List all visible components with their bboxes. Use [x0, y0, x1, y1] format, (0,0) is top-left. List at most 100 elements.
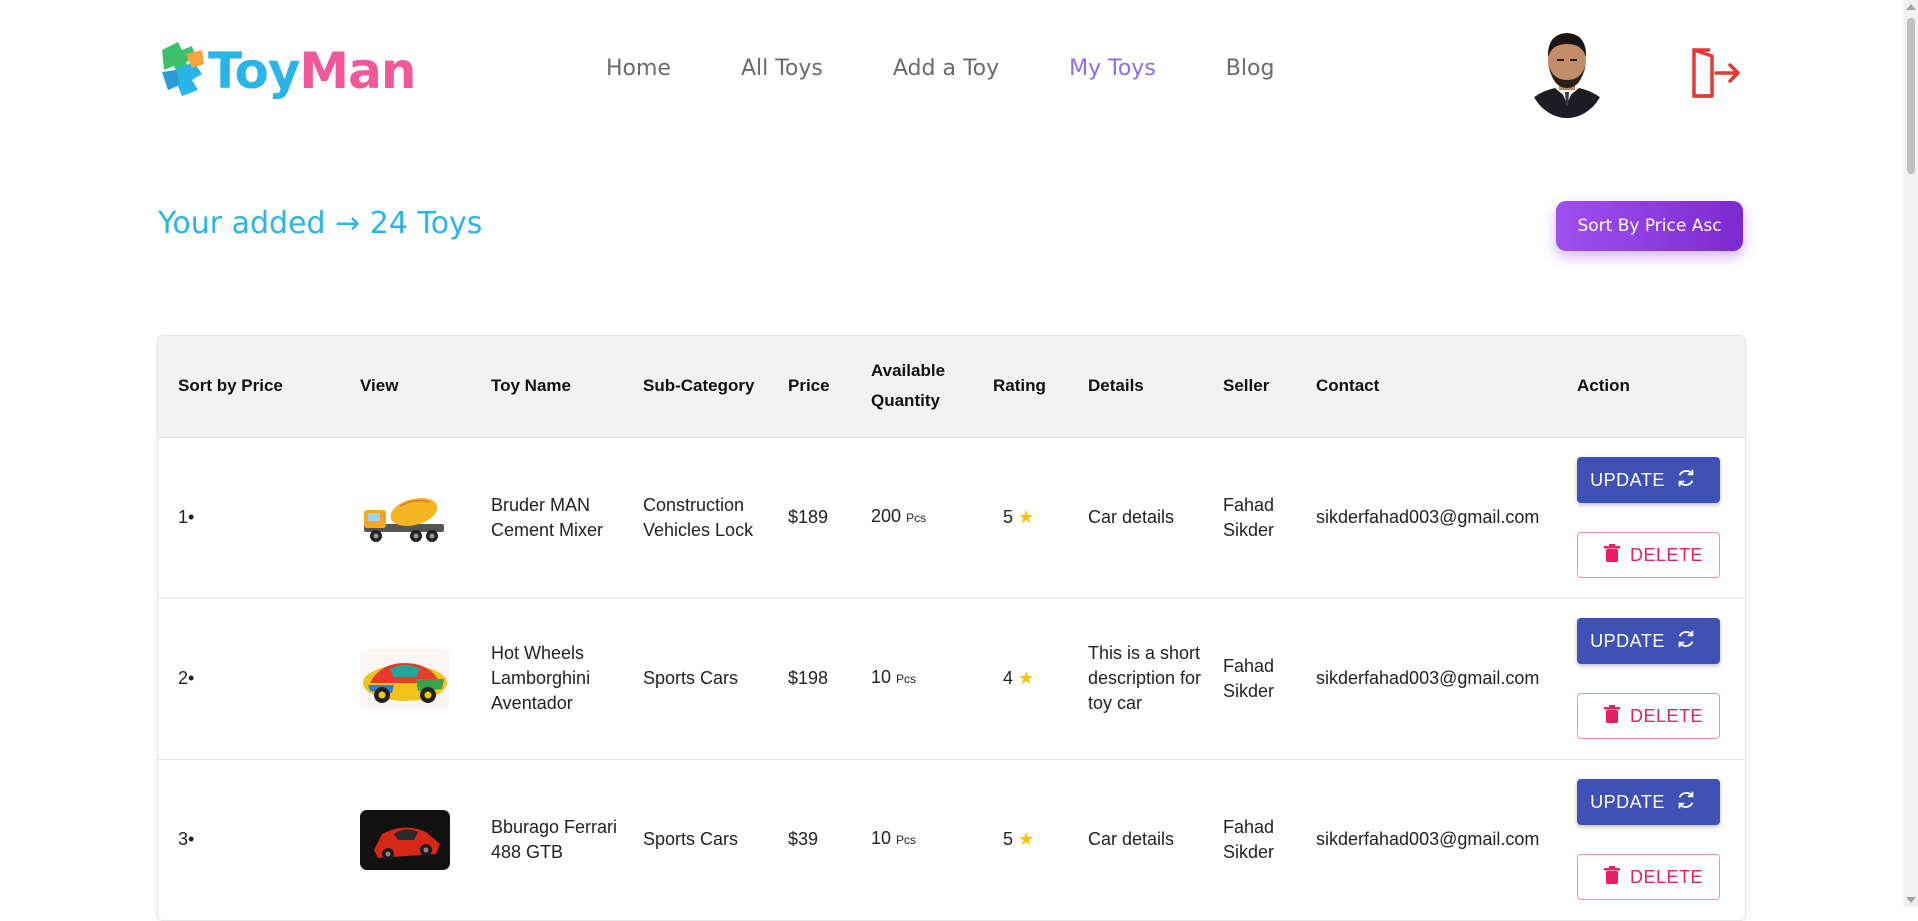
update-button[interactable]: UPDATE: [1577, 779, 1720, 826]
nav-all-toys[interactable]: All Toys: [741, 56, 823, 81]
delete-label: DELETE: [1629, 705, 1704, 726]
col-details: Details: [1088, 376, 1144, 396]
brand-name: ToyMan: [208, 46, 417, 96]
brand-name-part2: Man: [299, 42, 416, 100]
toy-quantity: 10: [871, 667, 892, 687]
table-row: 3• Bburago Ferrari 488 GTB Sports Cars $…: [158, 758, 1745, 920]
toy-price: $198: [768, 597, 851, 759]
toy-image-cell: [340, 436, 471, 598]
toy-details: Car details: [1068, 758, 1203, 920]
col-price: Price: [788, 376, 830, 396]
avatar-portrait: [1527, 22, 1607, 118]
table-row: 1• Bruder MAN Cement Mixer Construction …: [158, 436, 1745, 598]
toy-image-cell: [340, 597, 471, 759]
toys-table: Sort by Price View Toy Name Sub-Category…: [157, 335, 1746, 921]
toy-name: Hot Wheels Lamborghini Aventador: [471, 597, 623, 759]
action-cell: UPDATE DELETE: [1557, 436, 1745, 598]
action-cell: UPDATE DELETE: [1557, 597, 1745, 759]
update-label: UPDATE: [1590, 630, 1665, 651]
star-icon: ★: [1018, 829, 1035, 850]
puzzle-logo-icon: [162, 42, 204, 96]
scroll-thumb[interactable]: [1907, 18, 1915, 174]
toy-subcategory: Sports Cars: [623, 758, 768, 920]
update-button[interactable]: UPDATE: [1577, 618, 1720, 664]
table-row: 2• Hot Wheels Lamborghini Aventador Spor…: [158, 597, 1745, 759]
refresh-icon: [1675, 628, 1697, 655]
toy-seller: Fahad Sikder: [1203, 758, 1296, 920]
toy-rating: 4: [1003, 668, 1014, 688]
update-label: UPDATE: [1590, 469, 1665, 490]
toy-quantity: 10: [871, 828, 892, 849]
delete-button[interactable]: DELETE: [1577, 693, 1720, 739]
toy-image-cell: [340, 758, 471, 920]
trash-icon: [1603, 704, 1620, 728]
row-index: 1•: [158, 436, 340, 598]
sort-by-price-button[interactable]: Sort By Price Asc: [1556, 201, 1743, 251]
toy-contact: sikderfahad003@gmail.com: [1296, 758, 1557, 920]
toy-rating: 5: [1003, 829, 1014, 850]
toy-rating-cell: 5 ★: [973, 436, 1068, 598]
star-icon: ★: [1018, 507, 1035, 527]
toy-price: $189: [768, 436, 851, 598]
nav-add-toy[interactable]: Add a Toy: [893, 56, 999, 81]
quantity-unit: Pcs: [896, 833, 917, 848]
toy-price: $39: [768, 758, 851, 920]
toy-seller: Fahad Sikder: [1203, 597, 1296, 759]
page-title: Your added → 24 Toys: [158, 206, 483, 241]
toy-details: Car details: [1068, 436, 1203, 598]
toy-details: This is a short description for toy car: [1068, 597, 1203, 759]
table-header-row: Sort by Price View Toy Name Sub-Category…: [158, 336, 1745, 437]
toy-quantity-cell: 10 Pcs: [851, 758, 973, 920]
refresh-icon: [1675, 467, 1697, 494]
page-scrollbar[interactable]: [1903, 0, 1918, 907]
star-icon: ★: [1018, 668, 1035, 688]
nav-blog[interactable]: Blog: [1226, 56, 1275, 81]
toy-name: Bruder MAN Cement Mixer: [471, 436, 623, 598]
col-action: Action: [1577, 376, 1630, 396]
toy-image-ferrari[interactable]: [360, 809, 450, 870]
toy-seller: Fahad Sikder: [1203, 436, 1296, 598]
action-cell: UPDATE DELETE: [1557, 758, 1745, 920]
col-name: Toy Name: [491, 376, 571, 396]
quantity-unit: Pcs: [896, 672, 917, 686]
toy-subcategory: Construction Vehicles Lock: [623, 436, 768, 598]
col-rating: Rating: [993, 376, 1046, 396]
col-seller: Seller: [1223, 376, 1270, 396]
toy-quantity-cell: 10 Pcs: [851, 597, 973, 759]
toy-rating: 5: [1003, 507, 1014, 527]
delete-label: DELETE: [1629, 544, 1704, 565]
delete-label: DELETE: [1629, 866, 1704, 887]
col-quantity: Available Quantity: [871, 361, 946, 411]
row-index: 3•: [158, 758, 340, 920]
trash-icon: [1603, 543, 1620, 567]
update-button[interactable]: UPDATE: [1577, 457, 1720, 503]
toy-quantity-cell: 200 Pcs: [851, 436, 973, 598]
brand-logo[interactable]: ToyMan: [158, 40, 417, 102]
delete-button[interactable]: DELETE: [1577, 532, 1720, 578]
toy-contact: sikderfahad003@gmail.com: [1296, 436, 1557, 598]
delete-button[interactable]: DELETE: [1577, 854, 1720, 901]
row-index: 2•: [158, 597, 340, 759]
toy-name: Bburago Ferrari 488 GTB: [471, 758, 623, 920]
nav-home[interactable]: Home: [606, 56, 671, 81]
quantity-unit: Pcs: [906, 511, 927, 525]
col-subcategory: Sub-Category: [643, 376, 755, 396]
toy-contact: sikderfahad003@gmail.com: [1296, 597, 1557, 759]
trash-icon: [1603, 865, 1620, 889]
toy-quantity: 200: [871, 506, 902, 526]
toy-rating-cell: 5 ★: [973, 758, 1068, 920]
main-nav: Home All Toys Add a Toy My Toys Blog: [606, 56, 1344, 81]
nav-my-toys[interactable]: My Toys: [1069, 56, 1156, 81]
brand-name-part1: Toy: [208, 42, 300, 100]
logout-icon[interactable]: [1688, 46, 1742, 100]
toy-subcategory: Sports Cars: [623, 597, 768, 759]
col-sort: Sort by Price: [178, 376, 283, 396]
toy-image-cement-mixer[interactable]: [360, 487, 450, 548]
toy-rating-cell: 4 ★: [973, 597, 1068, 759]
update-label: UPDATE: [1590, 791, 1665, 812]
scroll-up-arrow-icon[interactable]: [1906, 4, 1916, 10]
toy-image-lamborghini[interactable]: [360, 648, 450, 709]
scroll-down-arrow-icon[interactable]: [1906, 897, 1916, 903]
user-avatar[interactable]: [1527, 22, 1607, 118]
col-contact: Contact: [1316, 376, 1380, 396]
